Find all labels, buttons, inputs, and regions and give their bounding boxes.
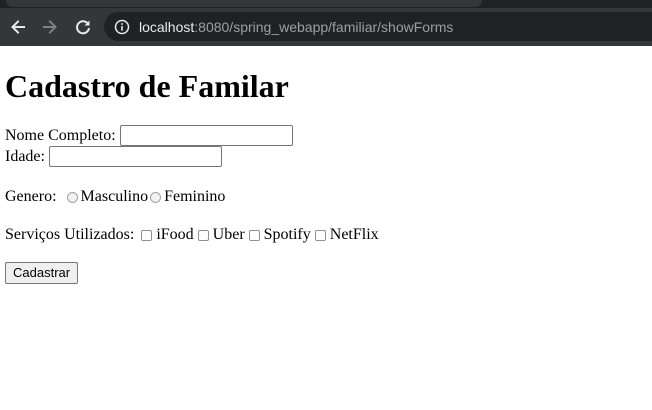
services-label: Serviços Utilizados: (5, 226, 135, 243)
active-tab[interactable] (6, 0, 482, 7)
back-arrow-icon[interactable] (7, 17, 29, 37)
submit-row: Cadastrar (5, 262, 645, 284)
reload-icon[interactable] (72, 17, 94, 37)
gender-row: Genero: Masculino Feminino (5, 187, 645, 207)
age-input[interactable] (48, 146, 222, 167)
checkbox-uber[interactable] (197, 229, 209, 241)
name-label: Nome Completo: (5, 126, 116, 144)
checkbox-label-spotify: Spotify (263, 226, 311, 243)
checkbox-spotify[interactable] (248, 229, 260, 241)
checkbox-ifood[interactable] (141, 229, 153, 241)
forward-arrow-icon[interactable] (39, 17, 61, 37)
name-input[interactable] (119, 125, 293, 146)
radio-masculino[interactable] (66, 191, 78, 203)
radio-label-feminino: Feminino (164, 188, 226, 205)
checkbox-label-ifood: iFood (156, 226, 194, 243)
page-title: Cadastro de Familar (5, 68, 289, 104)
page-content: Cadastro de Familar Nome Completo: Idade… (5, 46, 645, 284)
browser-chrome: localhost:8080/spring_webapp/familiar/sh… (0, 0, 652, 46)
radio-label-masculino: Masculino (80, 188, 149, 205)
url-path: :8080/spring_webapp/familiar/showForms (194, 19, 454, 35)
url-text[interactable]: localhost:8080/spring_webapp/familiar/sh… (139, 18, 453, 36)
url-host: localhost (139, 19, 195, 35)
submit-button[interactable]: Cadastrar (5, 262, 79, 284)
radio-feminino[interactable] (150, 191, 162, 203)
name-row: Nome Completo: (5, 125, 645, 146)
checkbox-label-netflix: NetFlix (329, 226, 379, 243)
checkbox-netflix[interactable] (314, 229, 326, 241)
gender-label: Genero: (5, 188, 57, 205)
services-row: Serviços Utilizados: iFood Uber Spotify … (5, 225, 645, 245)
age-row: Idade: (5, 146, 645, 167)
age-label: Idade: (5, 147, 45, 165)
checkbox-label-uber: Uber (212, 226, 245, 243)
info-icon[interactable] (114, 19, 130, 35)
